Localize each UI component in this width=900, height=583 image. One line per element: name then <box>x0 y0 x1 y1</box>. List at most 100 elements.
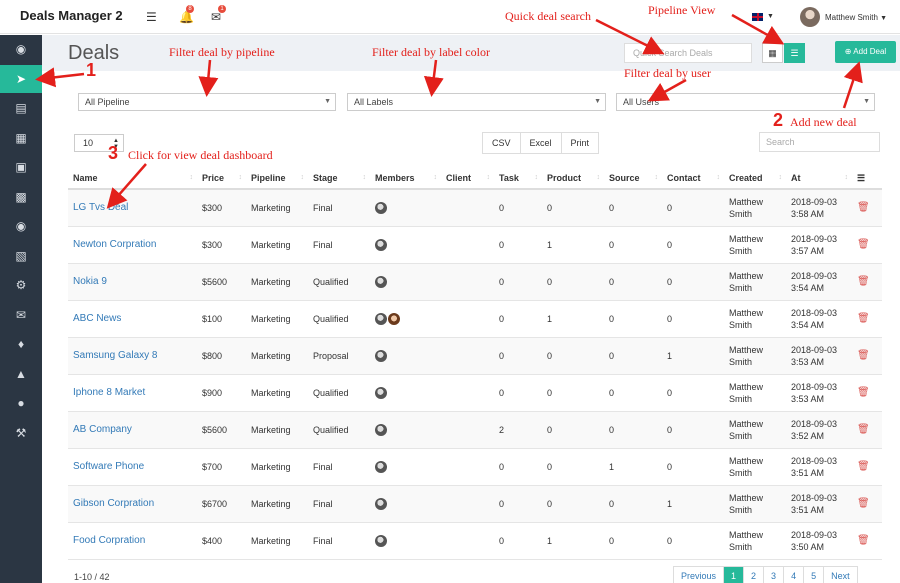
delete-button[interactable]: 🗑 <box>852 374 882 412</box>
sort-icon: ↕ <box>534 174 539 181</box>
deal-name-link[interactable]: Software Phone <box>68 448 197 486</box>
deal-contact: 1 <box>662 337 724 375</box>
rocket-icon[interactable]: ➤ <box>0 64 42 93</box>
deal-name-link[interactable]: Gibson Corpration <box>68 485 197 523</box>
user-filter[interactable]: All Users ▼ <box>616 93 875 111</box>
trash-icon: 🗑 <box>857 498 870 509</box>
delete-button[interactable]: 🗑 <box>852 448 882 486</box>
deal-stage: Qualified <box>308 374 370 412</box>
page-button-3[interactable]: 3 <box>764 567 785 583</box>
mail-icon[interactable]: ✉ 1 <box>211 5 226 24</box>
user-icon[interactable]: ● <box>0 389 42 417</box>
deal-members <box>370 485 441 523</box>
delete-button[interactable]: 🗑 <box>852 300 882 338</box>
deal-product: 0 <box>542 448 604 486</box>
grid-view-button[interactable]: ▦ <box>762 43 783 63</box>
list-icon[interactable]: ▤ <box>0 94 42 122</box>
label-filter[interactable]: All Labels ▼ <box>347 93 606 111</box>
dashboard-icon[interactable]: ◉ <box>0 35 42 63</box>
delete-button[interactable]: 🗑 <box>852 337 882 375</box>
column-header-created[interactable]: Created ↕ <box>724 168 786 190</box>
delete-button[interactable]: 🗑 <box>852 411 882 449</box>
column-menu-icon[interactable]: ☰ <box>852 168 882 190</box>
member-avatar[interactable] <box>375 386 387 399</box>
chart-icon[interactable]: ▧ <box>0 242 42 270</box>
member-avatar[interactable] <box>375 275 387 288</box>
pagination-info: 1-10 / 42 <box>74 572 110 582</box>
tag-icon[interactable]: ♦ <box>0 330 42 358</box>
calendar-icon[interactable]: ▦ <box>0 124 42 152</box>
deal-product: 0 <box>542 337 604 375</box>
delete-button[interactable]: 🗑 <box>852 522 882 560</box>
chevron-down-icon[interactable]: ▼ <box>767 13 774 20</box>
users-icon[interactable]: ◉ <box>0 212 42 240</box>
member-avatar[interactable] <box>375 349 387 362</box>
member-avatar[interactable] <box>375 460 387 473</box>
column-header-price[interactable]: Price ↕ <box>197 168 246 190</box>
column-header-task[interactable]: Task ↕ <box>494 168 542 190</box>
column-header-at[interactable]: At ↕ <box>786 168 852 190</box>
column-header-stage[interactable]: Stage ↕ <box>308 168 370 190</box>
user-avatar[interactable] <box>800 7 820 27</box>
page-button-5[interactable]: 5 <box>804 567 825 583</box>
column-header-contact[interactable]: Contact ↕ <box>662 168 724 190</box>
list-view-button[interactable]: ☰ <box>784 43 805 63</box>
deal-price: $800 <box>197 337 246 375</box>
member-avatar[interactable] <box>375 423 387 436</box>
column-header-source[interactable]: Source ↕ <box>604 168 662 190</box>
delete-button[interactable]: 🗑 <box>852 189 882 227</box>
deal-price: $900 <box>197 374 246 412</box>
gear-icon[interactable]: ⚙ <box>0 271 42 299</box>
deal-name-link[interactable]: Food Corpration <box>68 522 197 560</box>
print-button[interactable]: Print <box>562 133 599 153</box>
page-button-4[interactable]: 4 <box>784 567 805 583</box>
add-deal-button[interactable]: ⊕ Add Deal <box>835 41 896 63</box>
column-header-name[interactable]: Name ↕ <box>68 168 197 190</box>
member-avatar[interactable] <box>375 497 387 510</box>
page-button-2[interactable]: 2 <box>744 567 765 583</box>
deal-name-link[interactable]: AB Company <box>68 411 197 449</box>
column-header-product[interactable]: Product ↕ <box>542 168 604 190</box>
deal-name-link[interactable]: Nokia 9 <box>68 263 197 301</box>
column-header-pipeline[interactable]: Pipeline ↕ <box>246 168 308 190</box>
pipeline-filter[interactable]: All Pipeline ▼ <box>78 93 336 111</box>
delete-button[interactable]: 🗑 <box>852 226 882 264</box>
excel-button[interactable]: Excel <box>521 133 562 153</box>
member-avatar[interactable] <box>375 201 387 214</box>
table-row: Gibson Corpration $6700 Marketing Final 0 0 0 1… <box>68 485 882 523</box>
wrench-icon[interactable]: ⚒ <box>0 419 42 447</box>
deal-name-link[interactable]: Samsung Galaxy 8 <box>68 337 197 375</box>
deal-name-link[interactable]: Iphone 8 Market <box>68 374 197 412</box>
deal-source: 0 <box>604 263 662 301</box>
deal-price: $400 <box>197 522 246 560</box>
column-header-members[interactable]: Members ↕ <box>370 168 441 190</box>
csv-button[interactable]: CSV <box>483 133 521 153</box>
member-avatar[interactable] <box>375 238 387 251</box>
user-name[interactable]: Matthew Smith ▼ <box>825 13 887 22</box>
uk-flag-icon[interactable] <box>752 13 763 21</box>
page-button-1[interactable]: 1 <box>724 567 745 583</box>
deal-name-link[interactable]: ABC News <box>68 300 197 338</box>
next-page-button[interactable]: Next <box>824 567 857 583</box>
envelope-icon[interactable]: ✉ <box>0 301 42 329</box>
quick-search-input[interactable]: Quick Search Deals <box>624 43 752 63</box>
delete-button[interactable]: 🗑 <box>852 263 882 301</box>
member-avatar[interactable] <box>375 534 387 547</box>
bell-icon[interactable]: 🔔 8 <box>179 5 194 24</box>
deal-name-link[interactable]: LG Tvs Deal <box>68 189 197 227</box>
table-row: Software Phone $700 Marketing Final 0 0 1 0 Matt… <box>68 448 882 486</box>
megaphone-icon[interactable]: ▲ <box>0 360 42 388</box>
hamburger-icon[interactable]: ☰ <box>146 10 157 24</box>
cart-icon[interactable]: ▣ <box>0 153 42 181</box>
column-header-client[interactable]: Client ↕ <box>441 168 494 190</box>
deal-product: 0 <box>542 485 604 523</box>
building-icon[interactable]: ▩ <box>0 183 42 211</box>
member-avatar[interactable] <box>388 312 400 325</box>
member-avatar[interactable] <box>375 312 387 325</box>
annotation-filter-label: Filter deal by label color <box>372 45 490 59</box>
delete-button[interactable]: 🗑 <box>852 485 882 523</box>
previous-page-button[interactable]: Previous <box>674 567 725 583</box>
trash-icon: 🗑 <box>857 202 870 214</box>
deal-name-link[interactable]: Newton Corpration <box>68 226 197 264</box>
table-search-input[interactable]: Search <box>759 132 880 152</box>
